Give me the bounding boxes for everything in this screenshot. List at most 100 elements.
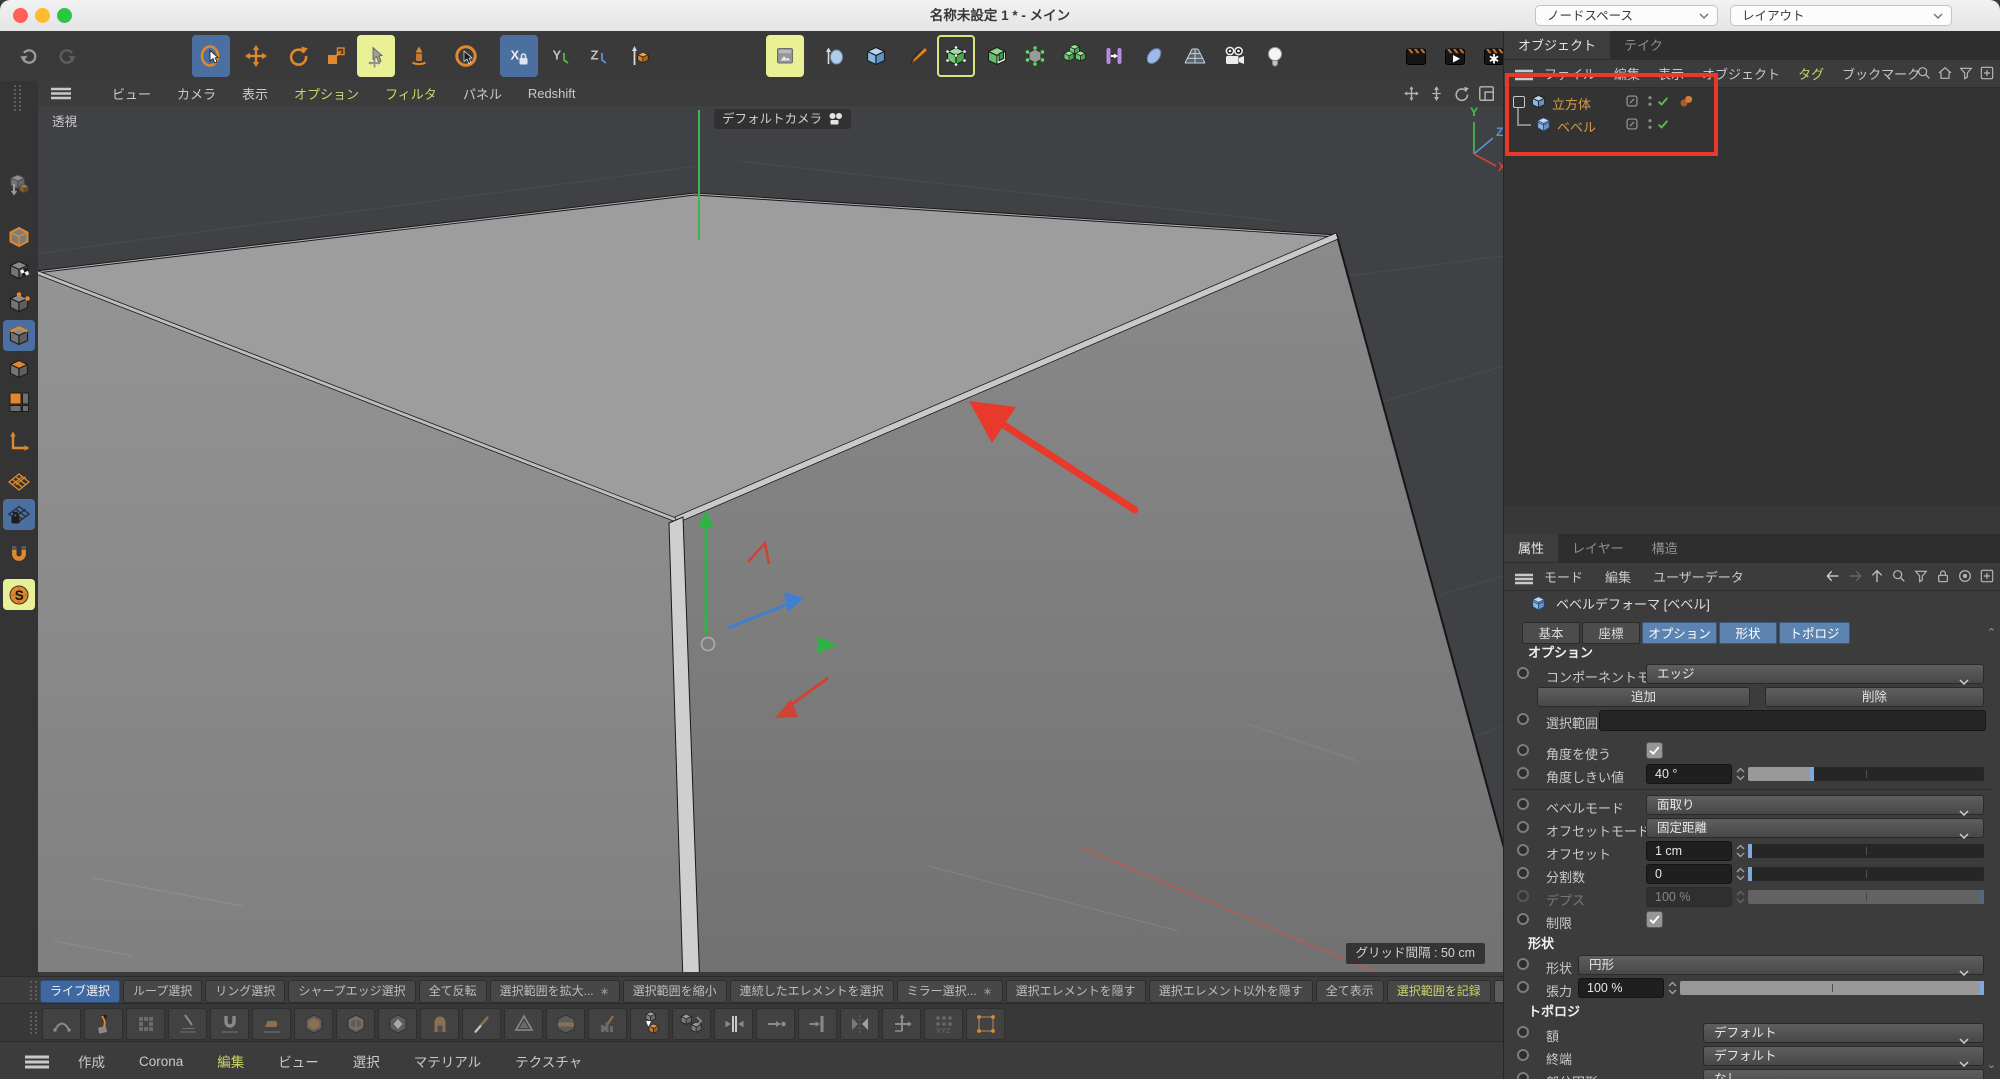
dropdown-ベベルモード[interactable]: 面取り bbox=[1646, 795, 1984, 815]
search-icon[interactable] bbox=[1891, 568, 1907, 584]
weld-tool-icon[interactable] bbox=[714, 1008, 753, 1040]
stepper-icon[interactable] bbox=[1667, 980, 1678, 996]
value-field-張力[interactable]: 100 % bbox=[1578, 978, 1664, 998]
viewport-menu-フィルタ[interactable]: フィルタ bbox=[385, 84, 437, 103]
cube-object[interactable] bbox=[38, 194, 1503, 972]
tab-レイヤー[interactable]: レイヤー bbox=[1558, 534, 1638, 562]
filter-icon[interactable] bbox=[1958, 65, 1974, 81]
keyframe-circle[interactable] bbox=[1517, 913, 1529, 925]
keyframe-circle[interactable] bbox=[1517, 798, 1529, 810]
polygon-mode-icon[interactable] bbox=[3, 353, 35, 384]
slider-張力[interactable] bbox=[1680, 981, 1984, 995]
home-icon[interactable] bbox=[1937, 65, 1953, 81]
selection-button-選択範囲を拡大...[interactable]: 選択範囲を拡大... bbox=[490, 980, 620, 1003]
remove-button[interactable]: 削除 bbox=[1765, 687, 1984, 707]
primitive-cube-icon[interactable] bbox=[857, 35, 895, 77]
make-editable-icon[interactable] bbox=[3, 169, 35, 200]
viewport-menu-オプション[interactable]: オプション bbox=[294, 84, 359, 103]
x-axis-lock-icon[interactable]: X bbox=[500, 35, 538, 77]
selection-button-選択エレメントを隠す[interactable]: 選択エレメントを隠す bbox=[1006, 980, 1146, 1003]
tweak-grid-mode-icon[interactable] bbox=[3, 386, 35, 417]
arch-tool-icon[interactable] bbox=[42, 1008, 81, 1040]
bottom-menu-テクスチャ[interactable]: テクスチャ bbox=[515, 1051, 582, 1071]
attribute-menu-編集[interactable]: 編集 bbox=[1605, 567, 1631, 586]
keyframe-circle[interactable] bbox=[1517, 844, 1529, 856]
extrude-tool-icon[interactable] bbox=[336, 1008, 375, 1040]
enable-axis-icon[interactable] bbox=[3, 426, 35, 457]
redo-icon[interactable] bbox=[48, 35, 86, 77]
fields-icon[interactable] bbox=[1095, 35, 1133, 77]
scale-tool-icon[interactable] bbox=[317, 35, 355, 77]
keyframe-circle[interactable] bbox=[1517, 981, 1529, 993]
checkbox-制限[interactable] bbox=[1646, 911, 1663, 928]
edge-cut-icon[interactable] bbox=[798, 1008, 837, 1040]
keyframe-circle[interactable] bbox=[1517, 821, 1529, 833]
stepper-icon[interactable] bbox=[1735, 766, 1746, 782]
slider-handle[interactable] bbox=[1748, 844, 1752, 858]
quantize-icon[interactable]: S bbox=[3, 579, 35, 610]
slider-分割数[interactable] bbox=[1748, 867, 1984, 881]
bottom-menu-icon[interactable] bbox=[24, 1055, 50, 1074]
workplane-icon[interactable] bbox=[3, 466, 35, 497]
volume-icon[interactable] bbox=[1135, 35, 1173, 77]
render-view-button-icon[interactable] bbox=[1397, 35, 1435, 77]
selection-ring-icon[interactable] bbox=[447, 35, 485, 77]
rotate-view-icon[interactable] bbox=[1453, 85, 1470, 102]
slider-handle[interactable] bbox=[1748, 867, 1752, 881]
render-button-icon[interactable] bbox=[1436, 35, 1474, 77]
selection-button-全て表示[interactable]: 全て表示 bbox=[1316, 980, 1384, 1003]
z-axis-lock-icon[interactable]: Z bbox=[580, 35, 618, 77]
toggle-panel-icon[interactable] bbox=[1478, 85, 1495, 102]
scroll-up-icon[interactable]: ⌃ bbox=[1987, 626, 1996, 639]
extrude-generator-icon[interactable] bbox=[978, 35, 1016, 77]
move-tool-icon[interactable] bbox=[237, 35, 275, 77]
dropdown-コンポーネントモード[interactable]: エッジ bbox=[1646, 664, 1984, 684]
up-arrow-icon[interactable] bbox=[1869, 568, 1885, 584]
tab-テイク[interactable]: テイク bbox=[1610, 31, 1677, 59]
selection-button-選択エレメント以外を隠す[interactable]: 選択エレメント以外を隠す bbox=[1149, 980, 1313, 1003]
viewport-menu-パネル[interactable]: パネル bbox=[463, 84, 502, 103]
filter-icon[interactable] bbox=[1913, 568, 1929, 584]
live-selection-tool-icon[interactable] bbox=[192, 35, 230, 77]
matrix-extrude-icon[interactable] bbox=[420, 1008, 459, 1040]
simulation-icon[interactable] bbox=[1016, 35, 1054, 77]
toolbar-grip[interactable] bbox=[30, 981, 37, 1000]
render-picture-icon[interactable] bbox=[816, 35, 854, 77]
viewport-menu-icon[interactable] bbox=[50, 87, 72, 105]
attribute-menu-icon[interactable] bbox=[1514, 572, 1534, 590]
stepper-icon[interactable] bbox=[1735, 843, 1746, 859]
selection-button-シャープエッジ選択[interactable]: シャープエッジ選択 bbox=[288, 980, 415, 1003]
magnet-tool-icon[interactable] bbox=[210, 1008, 249, 1040]
bottom-menu-作成[interactable]: 作成 bbox=[78, 1051, 105, 1071]
keyframe-circle[interactable] bbox=[1517, 1026, 1529, 1038]
light-icon[interactable] bbox=[1256, 35, 1294, 77]
axis-move-icon[interactable] bbox=[882, 1008, 921, 1040]
target-icon[interactable] bbox=[1957, 568, 1973, 584]
smooth-shift-icon[interactable] bbox=[378, 1008, 417, 1040]
bottom-menu-マテリアル[interactable]: マテリアル bbox=[414, 1051, 481, 1071]
texture-mode-icon[interactable] bbox=[3, 254, 35, 285]
slider-オフセット[interactable] bbox=[1748, 844, 1984, 858]
render-view-icon[interactable] bbox=[766, 35, 804, 77]
spline-arc-icon[interactable] bbox=[168, 1008, 207, 1040]
stepper-icon[interactable] bbox=[1735, 889, 1746, 905]
keyframe-circle[interactable] bbox=[1517, 667, 1529, 679]
selection-button-ライブ選択[interactable]: ライブ選択 bbox=[40, 980, 120, 1003]
keyframe-circle[interactable] bbox=[1517, 767, 1529, 779]
keyframe-circle[interactable] bbox=[1517, 744, 1529, 756]
value-field-デプス[interactable]: 100 % bbox=[1646, 887, 1732, 907]
selection-button-連続したエレメントを選択[interactable]: 連続したエレメントを選択 bbox=[730, 980, 894, 1003]
tab-オブジェクト[interactable]: オブジェクト bbox=[1504, 31, 1610, 59]
selection-button-全て反転[interactable]: 全て反転 bbox=[419, 980, 487, 1003]
keyframe-circle[interactable] bbox=[1517, 867, 1529, 879]
keyframe-circle[interactable] bbox=[1517, 1072, 1529, 1079]
normal-move-icon[interactable] bbox=[630, 1008, 669, 1040]
collapse-icon[interactable] bbox=[756, 1008, 795, 1040]
viewport-menu-カメラ[interactable]: カメラ bbox=[177, 84, 216, 103]
perspective-viewport[interactable]: 透視 デフォルトカメラ グリッド間隔 : 50 cm Y Z X bbox=[38, 106, 1503, 972]
slider-角度しきい値[interactable] bbox=[1748, 767, 1984, 781]
dropdown-オフセットモード[interactable]: 固定距離 bbox=[1646, 818, 1984, 838]
knife-tool-icon[interactable] bbox=[462, 1008, 501, 1040]
iron-tool-icon[interactable] bbox=[252, 1008, 291, 1040]
slider-デプス[interactable] bbox=[1748, 890, 1984, 904]
